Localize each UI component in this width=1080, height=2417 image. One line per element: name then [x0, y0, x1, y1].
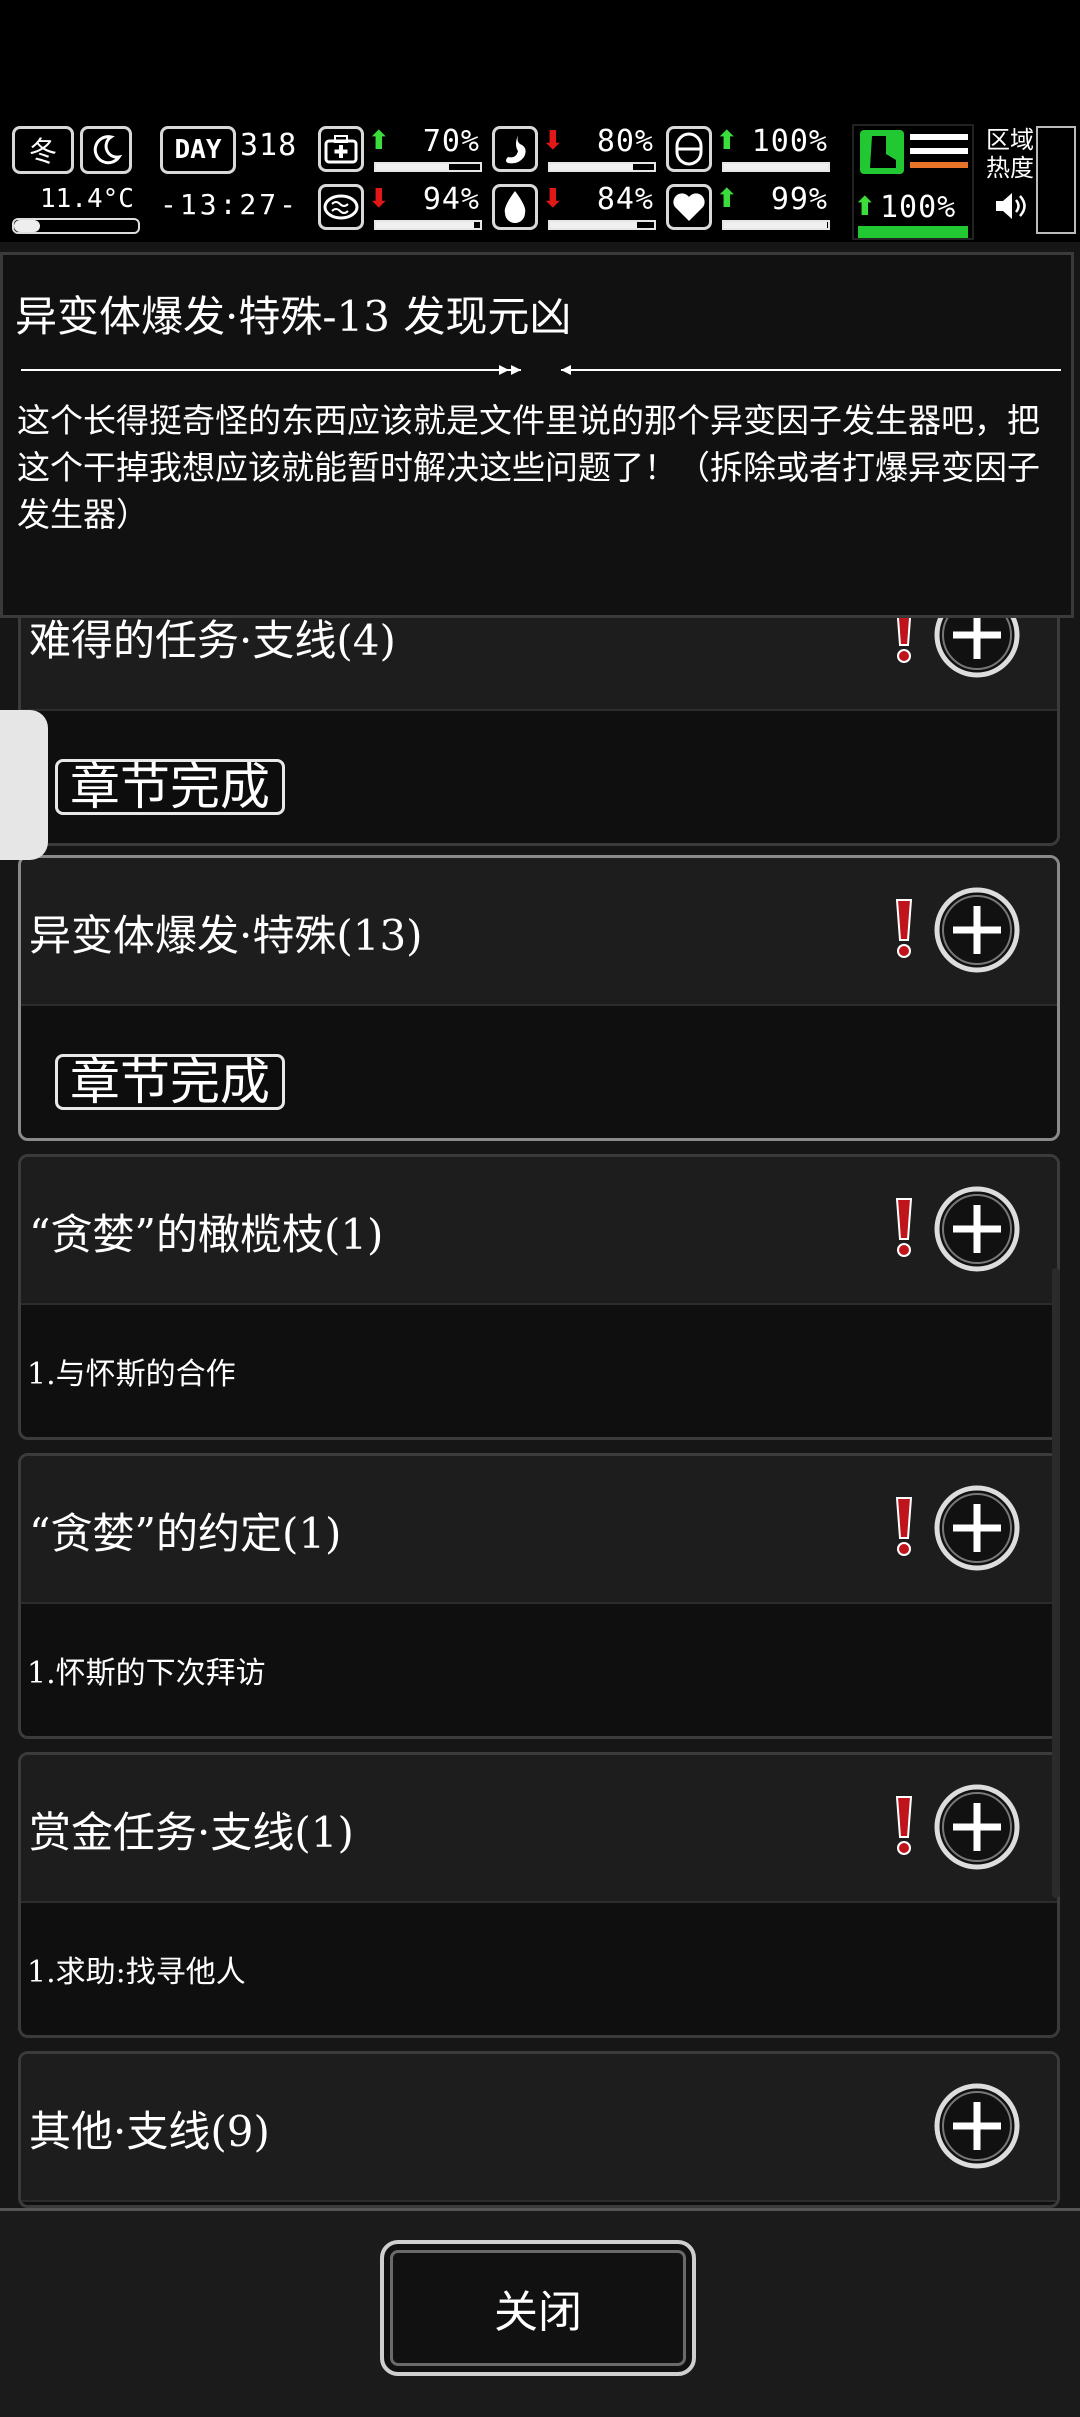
stat-water-drop: ⬇ 84%: [492, 182, 660, 238]
stomach-icon: [492, 126, 538, 172]
stat-value: 100%: [751, 124, 828, 159]
trend-up-icon: ⬆: [716, 126, 738, 156]
quest-title: 其他·支线(9): [29, 2107, 270, 2156]
stat-bar: [548, 162, 656, 172]
stat-value: 84%: [596, 182, 654, 217]
quest-card-header[interactable]: 赏金任务·支线(1): [21, 1755, 1057, 1903]
close-button[interactable]: 关闭: [380, 2240, 696, 2376]
stat-heart: ⬆ 99%: [666, 182, 834, 238]
medkit-icon: [318, 126, 364, 172]
quest-title: “贪婪”的橄榄枝(1): [29, 1210, 384, 1259]
day-label: DAY: [174, 135, 222, 165]
day-label-box: DAY: [160, 126, 236, 174]
season-indicator: 冬: [12, 126, 74, 174]
trend-up-icon: ⬆: [716, 184, 738, 214]
divider-arrows: [21, 365, 1061, 375]
quest-title: “贪婪”的约定(1): [29, 1509, 342, 1558]
alert-exclamation-icon: [895, 1796, 913, 1855]
status-hud: 冬 11.4°C DAY 318 -13:27- ⬆ 70% ⬇ 80% ⬆ 100% ⬇ 9…: [0, 118, 1080, 242]
popup-description: 这个长得挺奇怪的东西应该就是文件里说的那个异变因子发生器吧，把这个干掉我想应该就…: [17, 401, 1040, 534]
scrollbar[interactable]: [1052, 1268, 1060, 1898]
speaker-icon[interactable]: [992, 190, 1028, 226]
temperature-readout: 11.4°C: [40, 184, 134, 214]
stat-bar: [374, 220, 482, 230]
stat-brain: ⬇ 94%: [318, 182, 486, 238]
trend-down-icon: ⬇: [542, 184, 564, 214]
stat-value: 70%: [422, 124, 480, 159]
capsule-icon: [666, 126, 712, 172]
clock: -13:27-: [160, 188, 300, 221]
quest-title: 异变体爆发·特殊(13): [29, 911, 423, 960]
quest-card-header[interactable]: 异变体爆发·特殊(13): [21, 858, 1057, 1006]
chapter-complete-badge: 章节完成: [55, 1054, 285, 1110]
quest-card[interactable]: “贪婪”的橄榄枝(1) 1.与怀斯的合作: [18, 1154, 1060, 1440]
water-drop-icon: [492, 184, 538, 230]
quest-card-header[interactable]: “贪婪”的橄榄枝(1): [21, 1157, 1057, 1305]
expand-plus-icon[interactable]: [933, 1484, 1021, 1572]
stat-value: 94%: [422, 182, 480, 217]
area-heat-meter: [1036, 126, 1076, 234]
side-pull-tab[interactable]: [0, 710, 48, 860]
quest-card[interactable]: “贪婪”的约定(1) 1.怀斯的下次拜访: [18, 1453, 1060, 1739]
season-label: 冬: [28, 135, 57, 168]
trend-up-icon: ⬆: [368, 126, 390, 156]
stat-bar: [722, 162, 830, 172]
stat-value: 99%: [770, 182, 828, 217]
heart-icon: [666, 184, 712, 230]
thermometer-icon: [12, 218, 140, 234]
brain-icon: [318, 184, 364, 230]
quest-objective: 1.求助:找寻他人: [27, 1955, 246, 1990]
stat-bar: [722, 220, 830, 230]
stat-stomach: ⬇ 80%: [492, 124, 660, 180]
quest-card[interactable]: 异变体爆发·特殊(13) 章节完成: [18, 855, 1060, 1141]
stat-medkit: ⬆ 70%: [318, 124, 486, 180]
area-heat-label: 区域 热度: [986, 126, 1034, 182]
stamina-panel: ⬆ 100%: [852, 124, 974, 240]
alert-exclamation-icon: [895, 1198, 913, 1257]
stat-capsule: ⬆ 100%: [666, 124, 834, 180]
quest-card-header[interactable]: 其他·支线(9): [21, 2054, 1057, 2202]
stamina-bar: [858, 226, 968, 238]
alert-exclamation-icon: [895, 899, 913, 958]
stat-bar: [548, 220, 656, 230]
boot-icon: [860, 130, 904, 174]
quest-card-header[interactable]: “贪婪”的约定(1): [21, 1456, 1057, 1604]
quest-title: 赏金任务·支线(1): [29, 1808, 354, 1857]
stamina-value: 100%: [880, 190, 957, 225]
expand-plus-icon[interactable]: [933, 1783, 1021, 1871]
moon-icon: [80, 126, 132, 174]
quest-card[interactable]: 其他·支线(9): [18, 2051, 1060, 2208]
quest-card[interactable]: 赏金任务·支线(1) 1.求助:找寻他人: [18, 1752, 1060, 2038]
expand-plus-icon[interactable]: [933, 2082, 1021, 2170]
expand-plus-icon[interactable]: [933, 1185, 1021, 1273]
quest-detail-popup: 异变体爆发·特殊-13 发现元凶 这个长得挺奇怪的东西应该就是文件里说的那个异变…: [0, 252, 1074, 618]
alert-exclamation-icon: [895, 1497, 913, 1556]
chapter-complete-badge: 章节完成: [55, 759, 285, 815]
quest-objective: 1.与怀斯的合作: [27, 1357, 236, 1392]
expand-plus-icon[interactable]: [933, 886, 1021, 974]
stat-bar: [374, 162, 482, 172]
quest-objective: 1.怀斯的下次拜访: [27, 1656, 266, 1691]
stamina-trend-up-icon: ⬆: [854, 192, 876, 222]
trend-down-icon: ⬇: [368, 184, 390, 214]
popup-title: 异变体爆发·特殊-13 发现元凶: [15, 292, 572, 341]
stat-value: 80%: [596, 124, 654, 159]
day-number: 318: [240, 128, 298, 163]
trend-down-icon: ⬇: [542, 126, 564, 156]
